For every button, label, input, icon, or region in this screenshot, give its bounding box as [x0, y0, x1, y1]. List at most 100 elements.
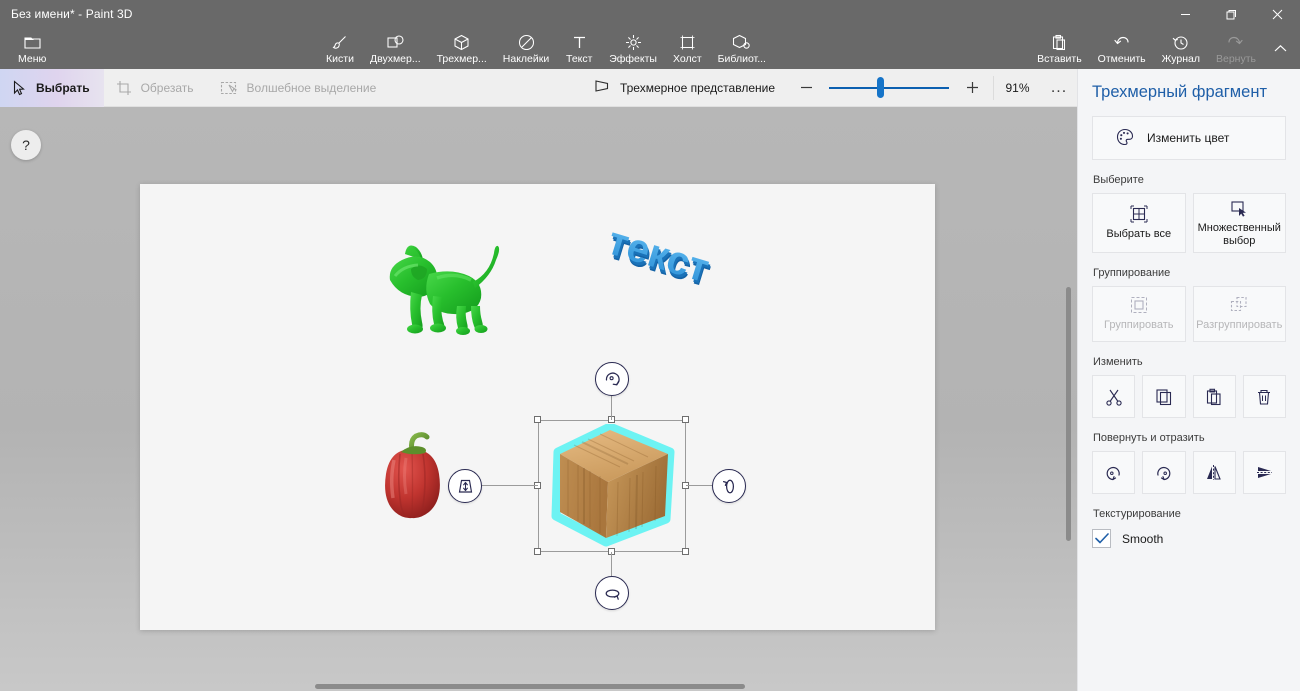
- zoom-out-button[interactable]: [791, 73, 821, 103]
- selection-frame[interactable]: [448, 362, 746, 610]
- action-undo[interactable]: Отменить: [1090, 28, 1154, 69]
- text-3d-object[interactable]: текст текст текст: [600, 219, 730, 296]
- gizmo-line-top: [611, 396, 612, 420]
- select-all-icon: [1130, 205, 1148, 223]
- action-history[interactable]: Журнал: [1154, 28, 1208, 69]
- pepper-3d-model[interactable]: [377, 432, 447, 522]
- trash-icon: [1258, 389, 1271, 405]
- ungroup-button: Разгруппировать: [1192, 286, 1286, 343]
- tool-brushes[interactable]: Кисти: [318, 28, 362, 69]
- redo-icon: [1227, 33, 1244, 52]
- group-label: Группировать: [1104, 319, 1174, 332]
- view-controls-group: Трехмерное представление 91% ...: [578, 69, 1077, 107]
- tool-text-label: Текст: [566, 52, 593, 65]
- wood-cube-3d-model[interactable]: [548, 422, 678, 548]
- magic-select-icon: [220, 80, 238, 96]
- menu-button[interactable]: Меню: [10, 28, 54, 69]
- tool-stickers[interactable]: Наклейки: [495, 28, 557, 69]
- change-color-label: Изменить цвет: [1147, 131, 1230, 145]
- depth-move-gizmo[interactable]: [448, 469, 482, 503]
- paste-button[interactable]: [1192, 375, 1236, 419]
- properties-panel: Трехмерный фрагмент Изменить цвет Выбери…: [1077, 69, 1300, 691]
- tool-canvas-label: Холст: [672, 52, 702, 65]
- action-history-label: Журнал: [1161, 52, 1200, 65]
- flip-vertical-button[interactable]: [1242, 451, 1286, 495]
- tool-2d-shapes[interactable]: Двухмер...: [362, 28, 429, 69]
- canvas-sheet[interactable]: текст текст текст: [140, 184, 935, 630]
- canvas-workspace[interactable]: ? текст текст текст: [0, 107, 1077, 691]
- copy-button[interactable]: [1142, 375, 1186, 419]
- handle-top-left[interactable]: [534, 416, 541, 423]
- cursor-select-icon: [12, 79, 27, 96]
- select-section-buttons: Выбрать все Множественный выбор: [1092, 193, 1286, 254]
- cut-button[interactable]: [1092, 375, 1136, 419]
- restore-button[interactable]: [1208, 0, 1254, 28]
- rotate-section-buttons: [1092, 451, 1286, 495]
- more-options-button[interactable]: ...: [1041, 69, 1077, 107]
- ribbon-actions-group: Вставить Отменить Журнал Вернуть: [1029, 28, 1296, 69]
- h-scrollbar[interactable]: [315, 684, 745, 689]
- chevron-up-icon: [1274, 44, 1286, 52]
- flip-horizontal-button[interactable]: [1192, 451, 1236, 495]
- rotate-pitch-gizmo[interactable]: [595, 576, 629, 610]
- subtool-crop: Обрезать: [104, 69, 208, 107]
- multi-select-icon: [1230, 199, 1248, 217]
- depth-move-icon: [458, 479, 472, 493]
- action-redo: Вернуть: [1208, 28, 1264, 69]
- shapes-2d-icon: [386, 33, 405, 52]
- change-color-button[interactable]: Изменить цвет: [1092, 116, 1286, 160]
- view-mode-label: Трехмерное представление: [619, 80, 775, 95]
- tool-3d-label: Трехмер...: [436, 52, 487, 65]
- view-mode-toggle[interactable]: Трехмерное представление: [578, 69, 791, 107]
- subtool-magic-select: Волшебное выделение: [208, 69, 391, 107]
- rotate-roll-gizmo[interactable]: [595, 362, 629, 396]
- tool-3d-shapes[interactable]: Трехмер...: [429, 28, 495, 69]
- group-section-label: Группирование: [1093, 267, 1171, 280]
- rotate-right-button[interactable]: [1142, 451, 1186, 495]
- text-icon: [571, 33, 588, 52]
- help-button[interactable]: ?: [11, 130, 41, 160]
- tool-stickers-label: Наклейки: [502, 52, 550, 65]
- panel-title: Трехмерный фрагмент: [1092, 83, 1267, 101]
- minimize-button[interactable]: [1162, 0, 1208, 28]
- zoom-slider-thumb[interactable]: [877, 77, 884, 98]
- subtool-select[interactable]: Выбрать: [0, 68, 104, 107]
- zoom-out-icon: [800, 86, 812, 89]
- select-all-button[interactable]: Выбрать все: [1092, 193, 1186, 254]
- v-scrollbar[interactable]: [1066, 287, 1071, 541]
- history-icon: [1172, 33, 1189, 52]
- group-button: Группировать: [1092, 286, 1186, 343]
- zoom-slider[interactable]: [829, 73, 949, 103]
- rotate-yaw-gizmo[interactable]: [712, 469, 746, 503]
- stickers-icon: [518, 33, 535, 52]
- collapse-ribbon-button[interactable]: [1264, 28, 1296, 69]
- gizmo-line-bottom: [611, 552, 612, 576]
- rotate-cw-icon: [1157, 467, 1171, 481]
- action-paste[interactable]: Вставить: [1029, 28, 1090, 69]
- ungroup-label: Разгруппировать: [1196, 319, 1283, 332]
- close-button[interactable]: [1254, 0, 1300, 28]
- tool-text[interactable]: Текст: [557, 28, 601, 69]
- smooth-checkbox[interactable]: [1092, 529, 1111, 549]
- window-title: Без имени* - Paint 3D: [11, 7, 133, 21]
- delete-button[interactable]: [1242, 375, 1286, 419]
- smooth-texture-option[interactable]: Smooth: [1092, 529, 1286, 549]
- zoom-in-button[interactable]: [957, 73, 987, 103]
- rotate-yaw-icon: [722, 479, 734, 493]
- copy-icon: [1156, 389, 1171, 405]
- rotate-left-button[interactable]: [1092, 451, 1136, 495]
- cat-3d-model[interactable]: [385, 236, 510, 346]
- handle-bottom-right[interactable]: [682, 548, 689, 555]
- tool-library[interactable]: Библиот...: [710, 28, 774, 69]
- library-icon: [732, 33, 751, 52]
- tool-effects[interactable]: Эффекты: [601, 28, 665, 69]
- undo-icon: [1113, 33, 1130, 52]
- tool-canvas[interactable]: Холст: [665, 28, 710, 69]
- group-icon: [1130, 296, 1148, 314]
- handle-top-right[interactable]: [682, 416, 689, 423]
- handle-bottom-left[interactable]: [534, 548, 541, 555]
- zoom-slider-track: [829, 86, 949, 89]
- selection-toolbar: Выбрать Обрезать Волшебное выделение Тре…: [0, 68, 1077, 107]
- multi-select-button[interactable]: Множественный выбор: [1192, 193, 1286, 254]
- restore-icon: [1226, 9, 1236, 19]
